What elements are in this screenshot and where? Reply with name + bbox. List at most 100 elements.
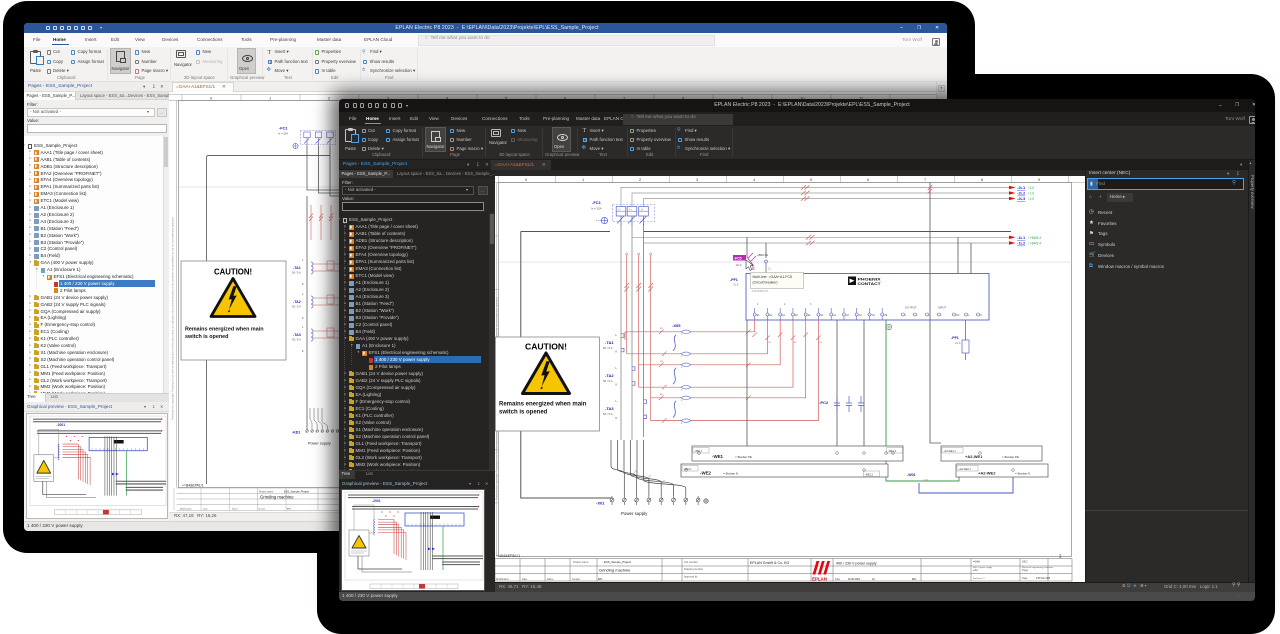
svg-text:Grinding machine: Grinding machine <box>260 495 294 500</box>
svg-text:L: L <box>616 366 618 370</box>
svg-text:EPLAN: EPLAN <box>812 576 827 581</box>
svg-text:E2: E2 <box>820 314 824 317</box>
svg-text:In = 32A: In = 32A <box>278 132 288 136</box>
svg-text:50 / 5 A: 50 / 5 A <box>603 346 613 350</box>
svg-text:21,6: 21,6 <box>733 283 739 287</box>
svg-text:K: K <box>302 350 304 353</box>
svg-text:1: 1 <box>681 334 683 336</box>
svg-text:switch is opened: switch is opened <box>499 410 548 416</box>
svg-text:Enclosure 1: Enclosure 1 <box>973 577 985 580</box>
svg-text:-KD1: -KD1 <box>292 431 300 435</box>
svg-text:16 A: 16 A <box>736 263 742 267</box>
svg-text:B5: B5 <box>819 342 822 344</box>
svg-text:INPUT: INPUT <box>938 306 947 310</box>
svg-text:-WE2: -WE2 <box>700 471 712 476</box>
svg-text:-TA2: -TA2 <box>293 300 301 304</box>
svg-text:50 / 5 A: 50 / 5 A <box>292 338 301 342</box>
svg-text:-1L1: -1L1 <box>1017 235 1026 240</box>
svg-text:VN: VN <box>871 314 875 317</box>
svg-text:Creator: Creator <box>572 578 580 581</box>
svg-text:5: 5 <box>810 177 813 182</box>
svg-text:L: L <box>616 399 618 403</box>
svg-text:/ 1.0: / 1.0 <box>1028 186 1034 190</box>
svg-text:3: 3 <box>696 177 699 182</box>
svg-text:Remains energized when main: Remains energized when main <box>185 327 264 333</box>
svg-text:0: 0 <box>210 95 213 100</box>
svg-text:EPLAN GmbH & Co. KG: EPLAN GmbH & Co. KG <box>750 561 790 565</box>
svg-text:-X05: -X05 <box>672 323 681 328</box>
svg-text:switch is opened: switch is opened <box>185 334 228 340</box>
svg-text:Project name: Project name <box>573 560 589 564</box>
svg-text:B8: B8 <box>660 361 663 363</box>
svg-text:EPL: EPL <box>287 509 292 511</box>
svg-text:K: K <box>616 349 618 353</box>
svg-text:= Busbar PE: = Busbar PE <box>1002 455 1019 459</box>
svg-text:B5: B5 <box>794 342 797 344</box>
svg-text:(Circuit breaker): (Circuit breaker) <box>753 281 778 285</box>
svg-text:3: 3 <box>810 303 812 306</box>
svg-text:2: 2 <box>681 356 683 358</box>
svg-text:= Busbar N: = Busbar N <box>1015 472 1030 476</box>
svg-text:50 / 5 A: 50 / 5 A <box>603 379 613 383</box>
svg-text:/ 1.0: / 1.0 <box>1028 192 1034 196</box>
svg-text:-WE2.2: -WE2.2 <box>865 473 874 476</box>
svg-text:2x6: 2x6 <box>924 479 929 482</box>
svg-text:E1: E1 <box>782 314 786 317</box>
svg-text:3: 3 <box>681 367 683 369</box>
svg-text:ESS_Sample_Project: ESS_Sample_Project <box>284 490 309 494</box>
svg-text:Remains energized when main: Remains energized when main <box>499 402 587 408</box>
svg-text:Date: Date <box>835 578 841 581</box>
svg-text:4: 4 <box>681 390 683 392</box>
svg-text:B8: B8 <box>660 394 663 396</box>
svg-text:A3: A3 <box>859 314 863 317</box>
svg-text:50 / 5 A: 50 / 5 A <box>603 412 613 416</box>
svg-text:+A2-WE1: +A2-WE1 <box>965 454 983 459</box>
svg-text:= Busbar PE: = Busbar PE <box>735 455 752 459</box>
svg-text:2: 2 <box>639 177 642 182</box>
svg-text:9: 9 <box>1038 177 1041 182</box>
svg-text:Date: Date <box>203 508 208 511</box>
svg-text:Creator: Creator <box>258 508 266 511</box>
svg-text:6: 6 <box>867 177 870 182</box>
svg-text:+=B4&EPA1/1: +=B4&EPA1/1 <box>182 484 204 488</box>
svg-text:CONTACT: CONTACT <box>858 282 882 286</box>
svg-text:Modification: Modification <box>180 508 192 511</box>
svg-text:=GAA: =GAA <box>973 560 980 564</box>
svg-text:8: 8 <box>981 177 984 182</box>
svg-text:L: L <box>968 314 970 317</box>
svg-text:/ +B4/5.4: / +B4/5.4 <box>1028 236 1041 240</box>
svg-text:Page: Page <box>1022 568 1029 572</box>
svg-text:/ 1.0: / 1.0 <box>1028 197 1034 201</box>
svg-text:L: L <box>302 259 304 262</box>
svg-text:PE: PE <box>884 314 888 317</box>
svg-text:0: 0 <box>525 177 528 182</box>
svg-text:-TA1: -TA1 <box>605 340 614 345</box>
svg-text:6: 6 <box>681 423 683 425</box>
svg-text:E1: E1 <box>757 314 761 317</box>
svg-text:50 / 5 A: 50 / 5 A <box>292 271 301 275</box>
svg-text:Name: Name <box>232 509 239 511</box>
svg-text:EPL: EPL <box>912 578 917 581</box>
svg-text:In = 32A: In = 32A <box>591 207 602 211</box>
svg-text:1: 1 <box>757 303 759 306</box>
svg-text:176 from 365: 176 from 365 <box>1036 577 1051 580</box>
svg-text:K: K <box>302 283 304 286</box>
svg-text:-2001: -2001 <box>372 499 381 503</box>
svg-text:= Busbar N: = Busbar N <box>723 472 738 476</box>
svg-text:L: L <box>302 326 304 329</box>
svg-text:1.5: 1.5 <box>752 268 756 271</box>
svg-text:-1L2: -1L2 <box>1017 241 1026 246</box>
svg-text:L: L <box>616 333 618 337</box>
svg-text:EPL: EPL <box>598 578 603 581</box>
svg-text:+=B4&EPA1/1: +=B4&EPA1/1 <box>496 554 520 558</box>
svg-text:A3F35/PROT1: A3F35/PROT1 <box>752 289 770 293</box>
svg-text:-X01: -X01 <box>596 501 605 506</box>
svg-text:NC: NC <box>956 314 960 317</box>
svg-text:OUTPUT: OUTPUT <box>905 306 917 310</box>
svg-text:Ed.: Ed. <box>872 578 876 581</box>
svg-text:E2: E2 <box>769 314 773 317</box>
svg-text:+A2-WE2.1: +A2-WE2.1 <box>959 468 972 471</box>
svg-text:2: 2 <box>328 95 331 100</box>
svg-text:2: 2 <box>784 303 786 306</box>
svg-text:ESS_Sample_Project: ESS_Sample_Project <box>604 560 631 564</box>
